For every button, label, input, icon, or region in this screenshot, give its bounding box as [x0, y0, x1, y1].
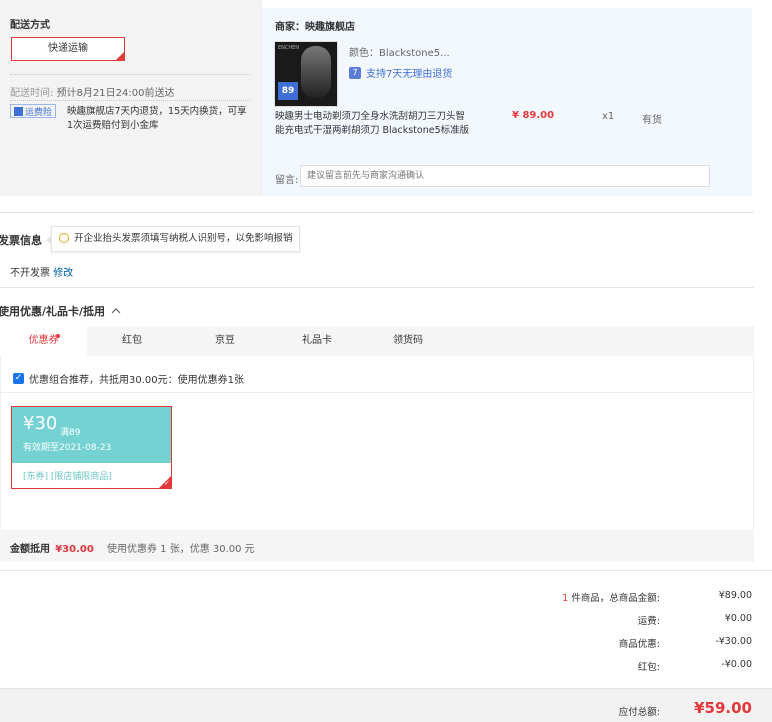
tab-giftcard[interactable]: 礼品卡 — [273, 326, 361, 356]
shop-panel: 商家：映趣旗舰店 ENCHEN 89 颜色：Blackstone5... 7 支… — [262, 8, 752, 196]
product-color: 颜色：Blackstone5... — [349, 48, 450, 59]
summary-goods-total: ¥89.00 — [718, 590, 752, 601]
product-title[interactable]: 映趣男士电动剃须刀全身水洗刮胡刀三刀头智 能充电式干湿两剃胡须刀 Blackst… — [275, 110, 469, 138]
insurance-text: 映趣旗舰店7天内退货，15天内换货，可享 1次运费赔付到小金库 — [67, 105, 257, 133]
checkmark-icon: ✓ — [164, 479, 170, 487]
discount-label: 金额抵用 — [10, 544, 50, 555]
tab-pickup-code[interactable]: 领货码 — [361, 326, 455, 356]
invoice-status-row: 不开发票 修改 — [10, 264, 73, 279]
shaver-head-image — [301, 46, 331, 98]
total-bar: 应付总额: ¥59.00 — [0, 688, 772, 722]
insurance-icon — [14, 106, 23, 116]
invoice-tip-text: 开企业抬头发票须填写纳税人识别号，以免影响报销 — [74, 233, 293, 244]
delivery-time-value: 预计8月21日24:00前送达 — [56, 88, 175, 99]
invoice-tip: 开企业抬头发票须填写纳税人识别号，以免影响报销 — [46, 226, 300, 252]
invoice-edit-link[interactable]: 修改 — [53, 268, 73, 279]
remark-label: 留言: — [275, 175, 299, 186]
tab-redpacket[interactable]: 红包 — [87, 326, 177, 356]
return-policy-icon: 7 — [349, 66, 361, 79]
payable-label: 应付总额: — [618, 707, 660, 718]
divider — [10, 74, 250, 75]
checkbox-checked-icon[interactable]: ✓ — [13, 373, 24, 384]
discount-amount: ¥30.00 — [55, 544, 94, 555]
remark-input[interactable] — [300, 165, 710, 187]
product-title-line1: 映趣男士电动剃须刀全身水洗刮胡刀三刀头智 — [275, 111, 466, 122]
delivery-time-label: 配送时间: — [10, 88, 54, 99]
delivery-time: 配送时间: 预计8月21日24:00前送达 — [10, 84, 174, 99]
discount-bar: 金额抵用 ¥30.00 使用优惠券 1 张，优惠 30.00 元 — [0, 530, 754, 562]
delivery-panel: 配送方式 快递运输 配送时间: 预计8月21日24:00前送达 运费险 映趣旗舰… — [0, 0, 262, 196]
express-delivery-label: 快递运输 — [48, 43, 88, 54]
summary-count-label: 件商品，总商品金额: — [568, 593, 660, 604]
summary-shipping: ¥0.00 — [724, 613, 752, 624]
summary-redpacket: -¥0.00 — [721, 659, 752, 670]
summary-discount-label: 商品优惠: — [618, 639, 660, 650]
section-divider — [0, 287, 754, 288]
summary-goods-row: 1 件商品，总商品金额: ¥89.00 — [372, 590, 752, 606]
summary-goods-label: 1 件商品，总商品金额: — [562, 590, 660, 604]
lightbulb-icon — [59, 233, 69, 243]
new-dot-icon — [56, 334, 60, 338]
product-thumbnail[interactable]: ENCHEN 89 — [274, 41, 338, 107]
divider — [0, 392, 754, 393]
thumb-price-tag: 89 — [278, 82, 298, 100]
summary-redpacket-row: 红包: -¥0.00 — [372, 659, 752, 675]
invoice-status: 不开发票 — [10, 268, 50, 279]
insurance-text-line1: 映趣旗舰店7天内退货，15天内换货，可享 — [67, 106, 247, 117]
coupon-card[interactable]: ¥30 满89 有效期至2021-08-23 [东券] [限店铺限商品] ✓ — [11, 406, 172, 489]
tip-arrow — [46, 235, 52, 245]
express-delivery-button[interactable]: 快递运输 — [11, 37, 125, 61]
summary-discount: -¥30.00 — [715, 636, 752, 647]
summary-shipping-label: 运费: — [637, 616, 660, 627]
promo-tabs: 优惠券 红包 京豆 礼品卡 领货码 — [0, 326, 754, 356]
tab-jingdou[interactable]: 京豆 — [177, 326, 273, 356]
coupon-condition: 满89 — [60, 428, 81, 438]
payable-amount: ¥59.00 — [694, 699, 752, 717]
combo-text: 优惠组合推荐，共抵用30.00元：使用优惠券1张 — [29, 375, 244, 386]
return-policy[interactable]: 7 支持7天无理由退货 — [349, 65, 452, 80]
tab-coupons-label: 优惠券 — [28, 335, 59, 346]
product-price: ¥ 89.00 — [512, 110, 555, 121]
product-title-line2: 能充电式干湿两剃胡须刀 Blackstone5标准版 — [275, 125, 470, 136]
tab-coupons[interactable]: 优惠券 — [0, 326, 87, 356]
summary-redpacket-label: 红包: — [637, 662, 660, 673]
discount-detail: 使用优惠券 1 张，优惠 30.00 元 — [106, 544, 255, 555]
summary-discount-row: 商品优惠: -¥30.00 — [372, 636, 752, 652]
invoice-title: 发票信息 — [0, 234, 42, 247]
chevron-up-icon — [111, 308, 121, 314]
selected-corner-icon — [115, 51, 125, 61]
promo-title: 使用优惠/礼品卡/抵用 — [0, 305, 106, 318]
freight-insurance-badge[interactable]: 运费险 — [10, 104, 57, 118]
thumb-brand: ENCHEN — [278, 45, 300, 51]
section-divider — [0, 212, 754, 213]
combo-recommend[interactable]: ✓ 优惠组合推荐，共抵用30.00元：使用优惠券1张 — [13, 371, 244, 386]
delivery-title: 配送方式 — [10, 20, 50, 31]
coupon-expiry: 有效期至2021-08-23 — [23, 443, 112, 453]
product-stock: 有货 — [642, 115, 662, 126]
shop-name: 商家：映趣旗舰店 — [275, 22, 355, 33]
discount-row: 金额抵用 ¥30.00 使用优惠券 1 张，优惠 30.00 元 — [10, 540, 255, 555]
section-divider — [0, 570, 772, 571]
divider — [10, 100, 250, 101]
insurance-badge-label: 运费险 — [25, 107, 53, 118]
return-policy-text: 支持7天无理由退货 — [366, 69, 453, 80]
product-quantity: x1 — [602, 111, 615, 122]
promo-toggle[interactable]: 使用优惠/礼品卡/抵用 — [0, 303, 121, 319]
coupon-amount: ¥30 — [23, 413, 58, 434]
coupon-limits: [东券] [限店铺限商品] — [23, 472, 112, 482]
insurance-text-line2: 1次运费赔付到小金库 — [67, 120, 159, 131]
summary-shipping-row: 运费: ¥0.00 — [372, 613, 752, 629]
